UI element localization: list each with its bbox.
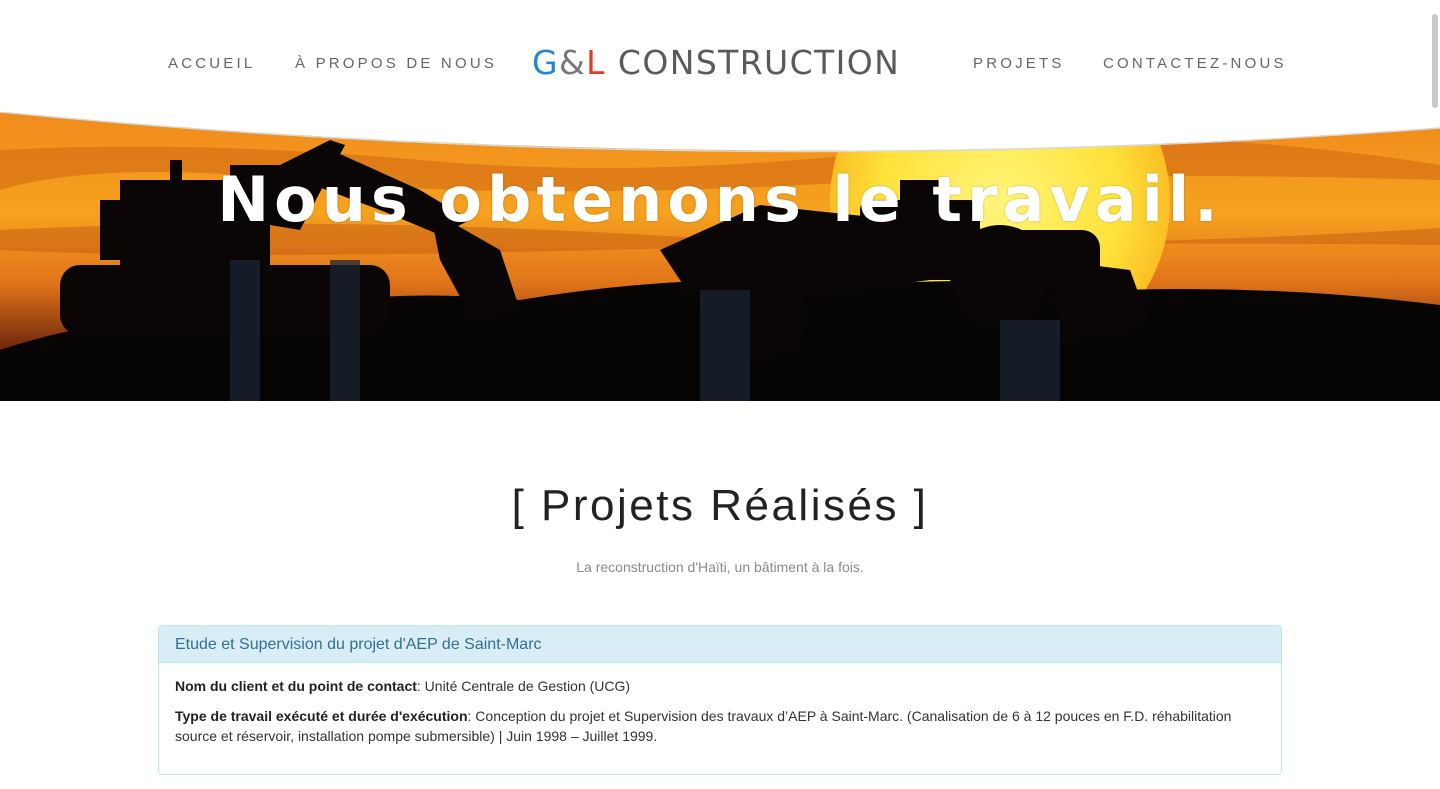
project-work-label: Type de travail exécuté et durée d'exécu… xyxy=(175,708,468,724)
page-title: [ Projets Réalisés ] xyxy=(511,481,929,530)
nav-item-a-propos[interactable]: À PROPOS DE NOUS xyxy=(295,56,497,72)
logo-letter-l: L xyxy=(586,43,606,82)
project-panel-heading: Etude et Supervision du projet d'AEP de … xyxy=(159,626,1281,663)
page-scrollbar[interactable] xyxy=(1432,14,1438,108)
page-subtitle: La reconstruction d'Haïti, un bâtiment à… xyxy=(576,559,864,575)
nav-item-contactez-nous[interactable]: CONTACTEZ-NOUS xyxy=(1103,56,1287,72)
site-header: ACCUEIL À PROPOS DE NOUS G&L CONSTRUCTION… xyxy=(0,0,1440,112)
nav-item-projets[interactable]: PROJETS xyxy=(973,56,1065,72)
project-client-value: : Unité Centrale de Gestion (UCG) xyxy=(416,678,631,694)
logo-wordmark: CONSTRUCTION xyxy=(617,43,901,82)
hero-title: Nous obtenons le travail. xyxy=(217,163,1223,236)
hero-image xyxy=(0,110,1440,401)
nav-item-accueil[interactable]: ACCUEIL xyxy=(168,56,255,72)
project-panel: Etude et Supervision du projet d'AEP de … xyxy=(158,625,1282,775)
hero-banner xyxy=(0,110,1440,401)
logo-ampersand: & xyxy=(558,43,587,82)
project-panel-body: Nom du client et du point de contact: Un… xyxy=(159,663,1281,746)
site-logo[interactable]: G&L CONSTRUCTION xyxy=(532,43,900,83)
project-title: Etude et Supervision du projet d'AEP de … xyxy=(175,636,542,653)
project-client-row: Nom du client et du point de contact: Un… xyxy=(175,676,1265,696)
project-work-row: Type de travail exécuté et durée d'exécu… xyxy=(175,706,1265,746)
project-client-label: Nom du client et du point de contact xyxy=(175,678,417,694)
logo-letter-g: G xyxy=(532,43,559,82)
